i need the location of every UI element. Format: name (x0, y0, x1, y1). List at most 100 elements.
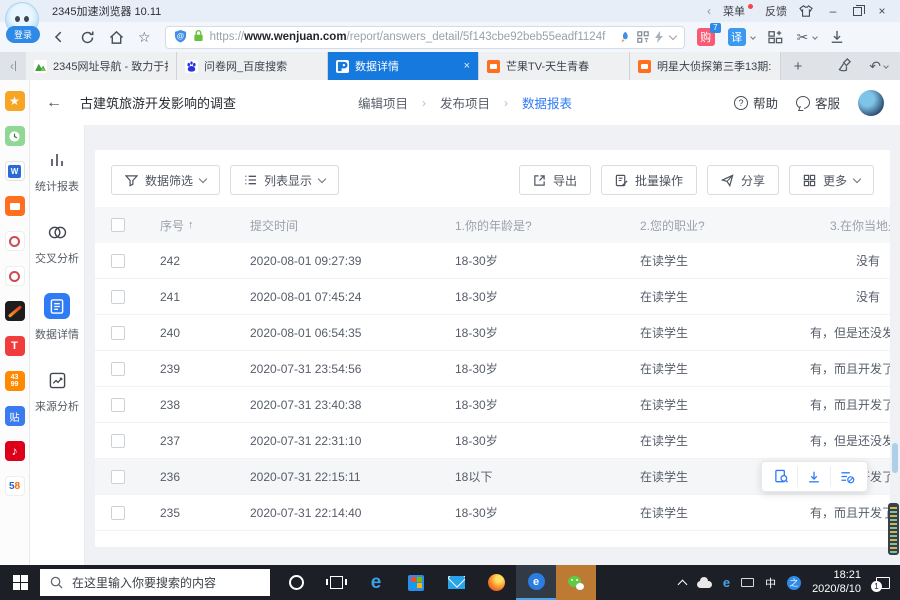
restore-button[interactable] (853, 7, 862, 16)
new-tab-button[interactable]: + (781, 52, 815, 80)
history-clock-icon[interactable] (5, 126, 25, 146)
cortana-button[interactable] (276, 565, 316, 600)
row-checkbox[interactable] (111, 254, 125, 268)
tab-data-detail[interactable]: 数据详情 × (328, 52, 479, 80)
sidebar-mini-widget[interactable] (888, 503, 899, 555)
row-checkbox[interactable] (111, 362, 125, 376)
more-button[interactable]: 更多 (789, 165, 874, 195)
reopen-closed-tab-button[interactable]: ↶ (869, 58, 888, 75)
baidu-tieba-icon[interactable]: 贴 (5, 406, 25, 426)
customer-service-button[interactable]: 客服 (796, 93, 840, 112)
lightning-icon[interactable] (655, 31, 664, 43)
step-data-report[interactable]: 数据报表 (522, 93, 572, 112)
notification-center-icon[interactable]: 1 (876, 577, 890, 589)
edge-taskbar-icon[interactable]: e (356, 565, 396, 600)
col-seq[interactable]: 序号 (160, 217, 184, 234)
row-checkbox[interactable] (111, 470, 125, 484)
microsoft-store-icon[interactable] (396, 565, 436, 600)
select-all-checkbox[interactable] (111, 218, 125, 232)
row-checkbox[interactable] (111, 434, 125, 448)
screenshot-scissors-button[interactable]: ✂ (797, 29, 818, 46)
taskbar-search-box[interactable]: 在这里输入你要搜索的内容 (40, 569, 270, 596)
favorites-star-icon[interactable]: ★ (5, 91, 25, 111)
skin-icon[interactable] (799, 5, 813, 17)
export-button[interactable]: 导出 (519, 165, 591, 195)
table-row-hovered[interactable]: 236 2020-07-31 22:15:11 18以下 在读学生 有，而且开发… (95, 459, 890, 495)
task-view-button[interactable] (316, 565, 356, 600)
bookmark-star-icon[interactable]: ☆ (138, 29, 151, 46)
red-seal-icon-1[interactable] (5, 231, 25, 251)
table-row[interactable]: 238 2020-07-31 23:40:38 18-30岁 在读学生 有，而且… (95, 387, 890, 423)
input-method-icon[interactable]: 之 (787, 576, 801, 590)
table-row[interactable]: 235 2020-07-31 22:14:40 18-30岁 在读学生 有，而且… (95, 495, 890, 531)
mgtv-app-icon[interactable] (5, 196, 25, 216)
speed-rocket-icon[interactable] (618, 31, 631, 44)
download-button[interactable] (830, 30, 844, 44)
page-scrollbar-thumb[interactable] (892, 443, 898, 473)
sidebar-item-data-detail[interactable]: 数据详情 (35, 293, 79, 342)
view-detail-icon[interactable] (765, 466, 798, 487)
login-button[interactable]: 登录 (6, 26, 40, 43)
refresh-button[interactable] (80, 30, 95, 45)
2345-browser-taskbar-icon[interactable]: e (516, 565, 556, 600)
column-display-button[interactable]: 列表显示 (230, 165, 339, 195)
row-checkbox[interactable] (111, 290, 125, 304)
close-button[interactable]: × (874, 4, 890, 18)
word-document-icon[interactable]: W (5, 161, 25, 181)
tab-mgtv-home[interactable]: 芒果TV-天生青春 (479, 52, 630, 80)
minimize-button[interactable]: – (825, 4, 841, 18)
tencent-video-icon[interactable]: T (5, 336, 25, 356)
table-row[interactable]: 240 2020-08-01 06:54:35 18-30岁 在读学生 有，但是… (95, 315, 890, 351)
row-checkbox[interactable] (111, 398, 125, 412)
sort-asc-icon[interactable]: ↑ (188, 219, 194, 231)
menu-collapse-icon[interactable]: ‹ (707, 4, 711, 18)
onedrive-cloud-icon[interactable] (697, 581, 712, 588)
touch-keyboard-icon[interactable] (741, 578, 754, 587)
download-row-icon[interactable] (798, 466, 831, 487)
survey-back-button[interactable]: ← (46, 94, 62, 112)
home-button[interactable] (109, 30, 124, 45)
wechat-taskbar-icon[interactable] (556, 565, 596, 600)
shopping-extension-button[interactable]: 购 7 (697, 28, 715, 46)
share-button[interactable]: 分享 (707, 165, 779, 195)
sidebar-item-stats-report[interactable]: 统计报表 (35, 149, 79, 194)
help-button[interactable]: ?帮助 (734, 93, 778, 112)
step-edit-project[interactable]: 编辑项目 (358, 93, 408, 112)
table-row[interactable]: 237 2020-07-31 22:31:10 18-30岁 在读学生 有，但是… (95, 423, 890, 459)
table-row[interactable]: 239 2020-07-31 23:54:56 18-30岁 在读学生 有，而且… (95, 351, 890, 387)
sidebar-item-cross-analysis[interactable]: 交叉分析 (35, 221, 79, 266)
menu-button[interactable]: 菜单 (723, 3, 753, 19)
tab-baidu-search[interactable]: 问卷网_百度搜索 (177, 52, 328, 80)
row-checkbox[interactable] (111, 326, 125, 340)
filter-button[interactable]: 数据筛选 (111, 165, 220, 195)
tray-expand-icon[interactable] (677, 579, 687, 589)
translate-extension-button[interactable]: 译 (728, 28, 755, 46)
tab-close-icon[interactable]: × (460, 60, 470, 72)
batch-operation-button[interactable]: 批量操作 (601, 165, 697, 195)
58-tongcheng-icon[interactable]: 58 (5, 476, 25, 496)
mark-invalid-icon[interactable] (831, 466, 864, 487)
clean-broom-icon[interactable] (838, 58, 853, 75)
firefox-icon[interactable] (476, 565, 516, 600)
qr-code-icon[interactable] (637, 31, 649, 43)
address-bar[interactable]: @ https://www.wenjuan.com/report/answers… (165, 26, 685, 49)
site-shield-icon[interactable]: @ (174, 29, 187, 46)
feedback-button[interactable]: 反馈 (765, 3, 787, 19)
sidebar-item-source-analysis[interactable]: 来源分析 (35, 369, 79, 414)
tab-2345-nav[interactable]: 2345网址导航 - 致力于打造百 (26, 52, 177, 80)
netease-music-icon[interactable]: ♪ (5, 441, 25, 461)
addressbar-dropdown-icon[interactable] (668, 31, 676, 39)
game-flame-icon[interactable] (5, 301, 25, 321)
table-row[interactable]: 241 2020-08-01 07:45:24 18-30岁 在读学生 没有 (95, 279, 890, 315)
table-row[interactable]: 242 2020-08-01 09:27:39 18-30岁 在读学生 没有 (95, 243, 890, 279)
user-avatar[interactable] (858, 90, 884, 116)
taskbar-clock[interactable]: 18:21 2020/8/10 (812, 569, 861, 597)
tab-mgtv-show[interactable]: 明星大侦探第三季13期: 金条 (630, 52, 781, 80)
back-button[interactable] (52, 30, 66, 44)
red-seal-icon-2[interactable] (5, 266, 25, 286)
4399-games-icon[interactable]: 4399 (5, 371, 25, 391)
tray-browser-icon[interactable]: e (723, 575, 730, 590)
mail-app-icon[interactable] (436, 565, 476, 600)
row-checkbox[interactable] (111, 506, 125, 520)
translate-dropdown-icon[interactable] (750, 34, 756, 40)
